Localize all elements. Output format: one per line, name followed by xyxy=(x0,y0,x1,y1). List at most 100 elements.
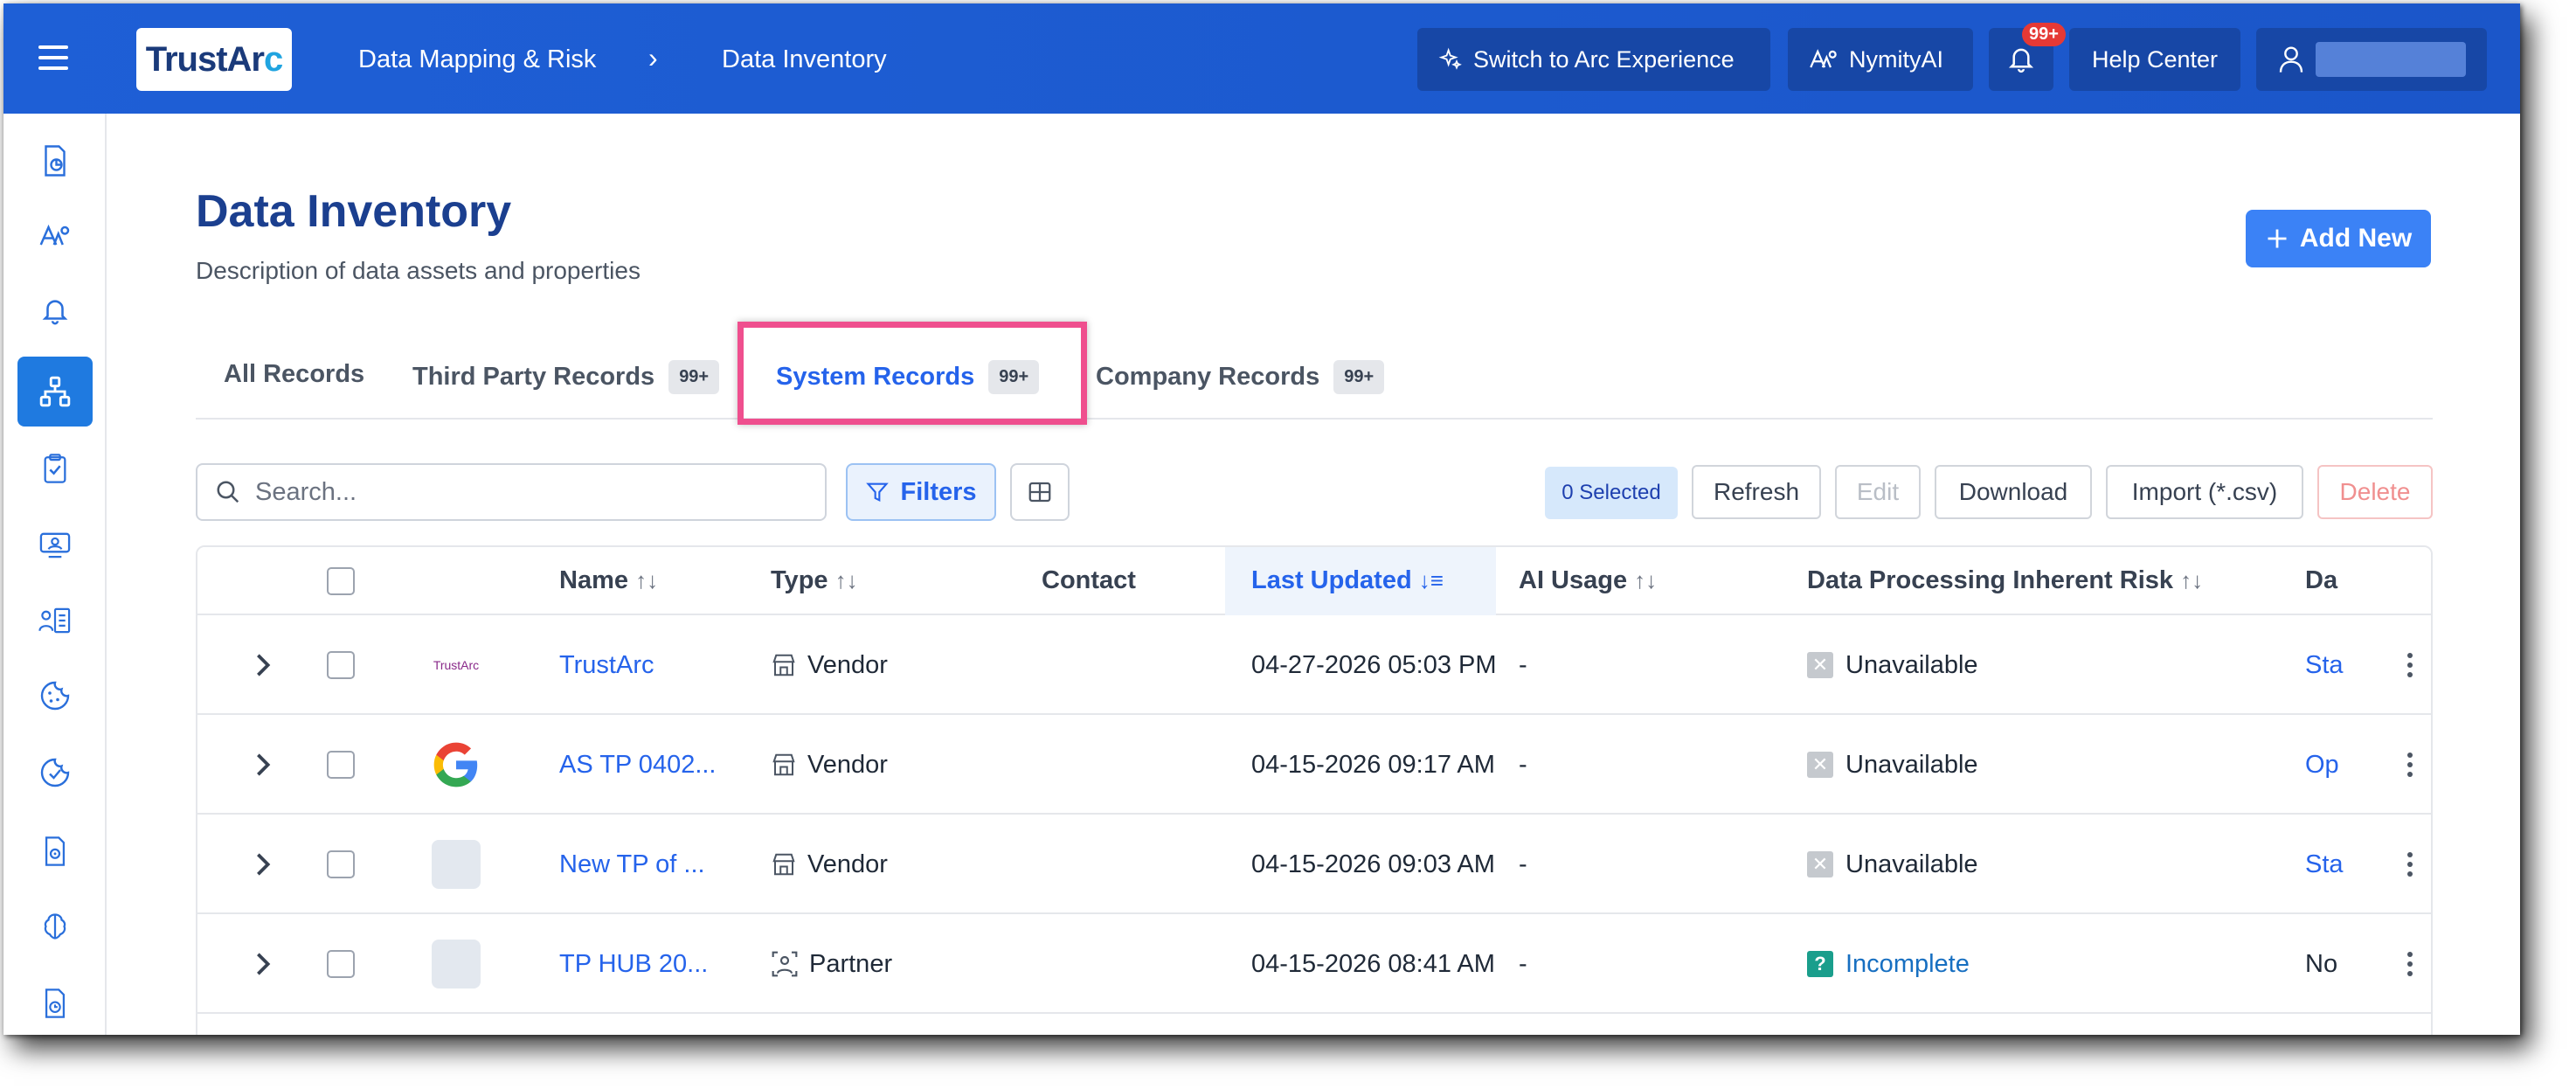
record-name-link[interactable]: New TP of ... xyxy=(559,815,734,914)
edit-button[interactable]: Edit xyxy=(1835,465,1921,519)
search-input[interactable]: Search... xyxy=(196,463,827,521)
column-header-ai-usage[interactable]: AI Usage ↑↓ xyxy=(1519,566,1657,595)
record-ai-usage: - xyxy=(1519,949,1527,978)
expand-row-chevron-icon[interactable] xyxy=(241,914,285,1014)
type-label: Vendor xyxy=(807,850,888,878)
sidebar-item-dashboard[interactable] xyxy=(17,126,93,196)
sidebar-item-records[interactable] xyxy=(17,586,93,655)
dashboard-icon xyxy=(45,145,66,177)
download-button[interactable]: Download xyxy=(1935,465,2092,519)
tab-company-records[interactable]: Company Records 99+ xyxy=(1096,360,1385,394)
notifications-button[interactable]: 99+ xyxy=(1989,23,2066,91)
logo-text: TrustAr xyxy=(145,39,265,79)
filters-button[interactable]: Filters xyxy=(846,463,996,521)
google-logo xyxy=(421,715,491,815)
type-label: Vendor xyxy=(807,750,888,779)
bell-icon xyxy=(42,300,68,325)
plus-icon xyxy=(2268,229,2287,248)
record-truncated-value[interactable]: Op xyxy=(2305,715,2344,815)
column-header-last-updated[interactable]: Last Updated ↓≡ xyxy=(1251,566,1444,595)
highlight-annotation-box xyxy=(737,322,1087,425)
sidebar-item-document-search[interactable] xyxy=(17,816,93,886)
table-row[interactable]: New TP of ... Vendor 04-15-2026 09:03 AM… xyxy=(197,815,2431,914)
tab-all-records[interactable]: All Records xyxy=(224,360,364,389)
tab-third-party-records[interactable]: Third Party Records 99+ xyxy=(412,360,720,394)
row-actions-kebab-icon[interactable] xyxy=(2392,715,2427,815)
column-settings-button[interactable] xyxy=(1010,463,1070,521)
assessment-icon xyxy=(44,454,66,483)
left-sidebar xyxy=(3,114,107,1035)
expand-row-chevron-icon[interactable] xyxy=(241,815,285,914)
refresh-button[interactable]: Refresh xyxy=(1692,465,1821,519)
column-header-truncated[interactable]: Da xyxy=(2305,566,2337,595)
column-label: Contact xyxy=(1042,566,1136,594)
row-checkbox[interactable] xyxy=(327,651,355,679)
import-csv-button[interactable]: Import (*.csv) xyxy=(2106,465,2303,519)
table-row[interactable]: TP HUB 20... Partner 04-15-2026 08:41 AM… xyxy=(197,914,2431,1014)
sidebar-item-consent[interactable] xyxy=(17,738,93,808)
record-truncated-value[interactable]: Sta xyxy=(2305,615,2344,715)
sidebar-item-training[interactable] xyxy=(17,510,93,580)
logo-thumb-text: TrustArc xyxy=(433,658,480,672)
store-icon xyxy=(772,654,795,676)
row-checkbox-cell[interactable] xyxy=(327,914,355,1014)
column-header-inherent-risk[interactable]: Data Processing Inherent Risk ↑↓ xyxy=(1807,566,2203,595)
sidebar-item-document-history[interactable] xyxy=(17,968,93,1035)
sidebar-item-notifications[interactable] xyxy=(17,276,93,346)
column-header-name[interactable]: Name ↑↓ xyxy=(559,566,658,595)
row-actions-kebab-icon[interactable] xyxy=(2392,615,2427,715)
row-checkbox-cell[interactable] xyxy=(327,615,355,715)
record-name-link[interactable]: TrustArc xyxy=(559,615,734,715)
row-checkbox[interactable] xyxy=(327,950,355,978)
row-actions-kebab-icon[interactable] xyxy=(2392,914,2427,1014)
record-contact xyxy=(1042,815,1216,914)
help-center-button[interactable]: Help Center xyxy=(2069,28,2240,91)
switch-experience-button[interactable]: Switch to Arc Experience xyxy=(1417,28,1770,91)
user-menu-button[interactable]: J xyxy=(2256,28,2487,91)
select-all-checkbox[interactable] xyxy=(327,567,355,595)
selected-count-badge: 0 Selected xyxy=(1545,467,1678,519)
record-inherent-risk: ✕ Unavailable xyxy=(1807,715,2244,815)
trustarc-logo[interactable]: TrustAr c xyxy=(136,28,292,91)
sort-icon[interactable]: ↑↓ xyxy=(635,567,658,593)
sidebar-item-data-mapping[interactable] xyxy=(17,357,93,427)
sidebar-item-nymity-ai[interactable] xyxy=(17,201,93,271)
record-contact xyxy=(1042,914,1216,1014)
unavailable-status-icon: ✕ xyxy=(1807,851,1833,877)
tabs-divider xyxy=(196,418,2433,420)
expand-row-chevron-icon[interactable] xyxy=(241,715,285,815)
record-name-link[interactable]: TP HUB 20... xyxy=(559,914,734,1014)
grid-columns-icon xyxy=(1028,482,1051,503)
record-name-link[interactable]: AS TP 0402... xyxy=(559,715,734,815)
add-new-button[interactable]: Add New xyxy=(2246,210,2431,267)
hamburger-menu-icon[interactable] xyxy=(38,45,68,70)
column-header-type[interactable]: Type ↑↓ xyxy=(771,566,858,595)
table-row[interactable]: TrustArc TrustArc Vendor 04-27-2026 05:0… xyxy=(197,615,2431,715)
breadcrumb-data-mapping[interactable]: Data Mapping & Risk xyxy=(358,45,596,74)
select-all-checkbox-cell[interactable] xyxy=(327,547,355,615)
sort-descending-icon[interactable]: ↓≡ xyxy=(1419,567,1444,593)
row-checkbox[interactable] xyxy=(327,850,355,878)
table-row[interactable]: AS TP 0402... Vendor 04-15-2026 09:17 AM… xyxy=(197,715,2431,815)
sidebar-item-assessments[interactable] xyxy=(17,434,93,503)
sidebar-item-ai[interactable] xyxy=(17,891,93,961)
row-checkbox[interactable] xyxy=(327,751,355,779)
expand-row-chevron-icon[interactable] xyxy=(241,615,285,715)
breadcrumb-chevron-icon: › xyxy=(648,42,658,73)
nymity-ai-button[interactable]: NymityAI xyxy=(1788,28,1973,91)
type-label: Partner xyxy=(809,949,893,978)
record-inherent-risk: ✕ Unavailable xyxy=(1807,615,2244,715)
row-checkbox-cell[interactable] xyxy=(327,715,355,815)
record-contact xyxy=(1042,615,1216,715)
row-checkbox-cell[interactable] xyxy=(327,815,355,914)
tab-label: Company Records xyxy=(1096,363,1320,391)
record-last-updated: 04-15-2026 09:03 AM xyxy=(1251,850,1495,878)
sort-icon[interactable]: ↑↓ xyxy=(835,567,858,593)
row-actions-kebab-icon[interactable] xyxy=(2392,815,2427,914)
sort-icon[interactable]: ↑↓ xyxy=(1634,567,1657,593)
record-type: Vendor xyxy=(771,815,998,914)
sidebar-item-cookies[interactable] xyxy=(17,661,93,731)
delete-button[interactable]: Delete xyxy=(2317,465,2433,519)
sort-icon[interactable]: ↑↓ xyxy=(2180,567,2203,593)
record-truncated-value[interactable]: Sta xyxy=(2305,815,2344,914)
